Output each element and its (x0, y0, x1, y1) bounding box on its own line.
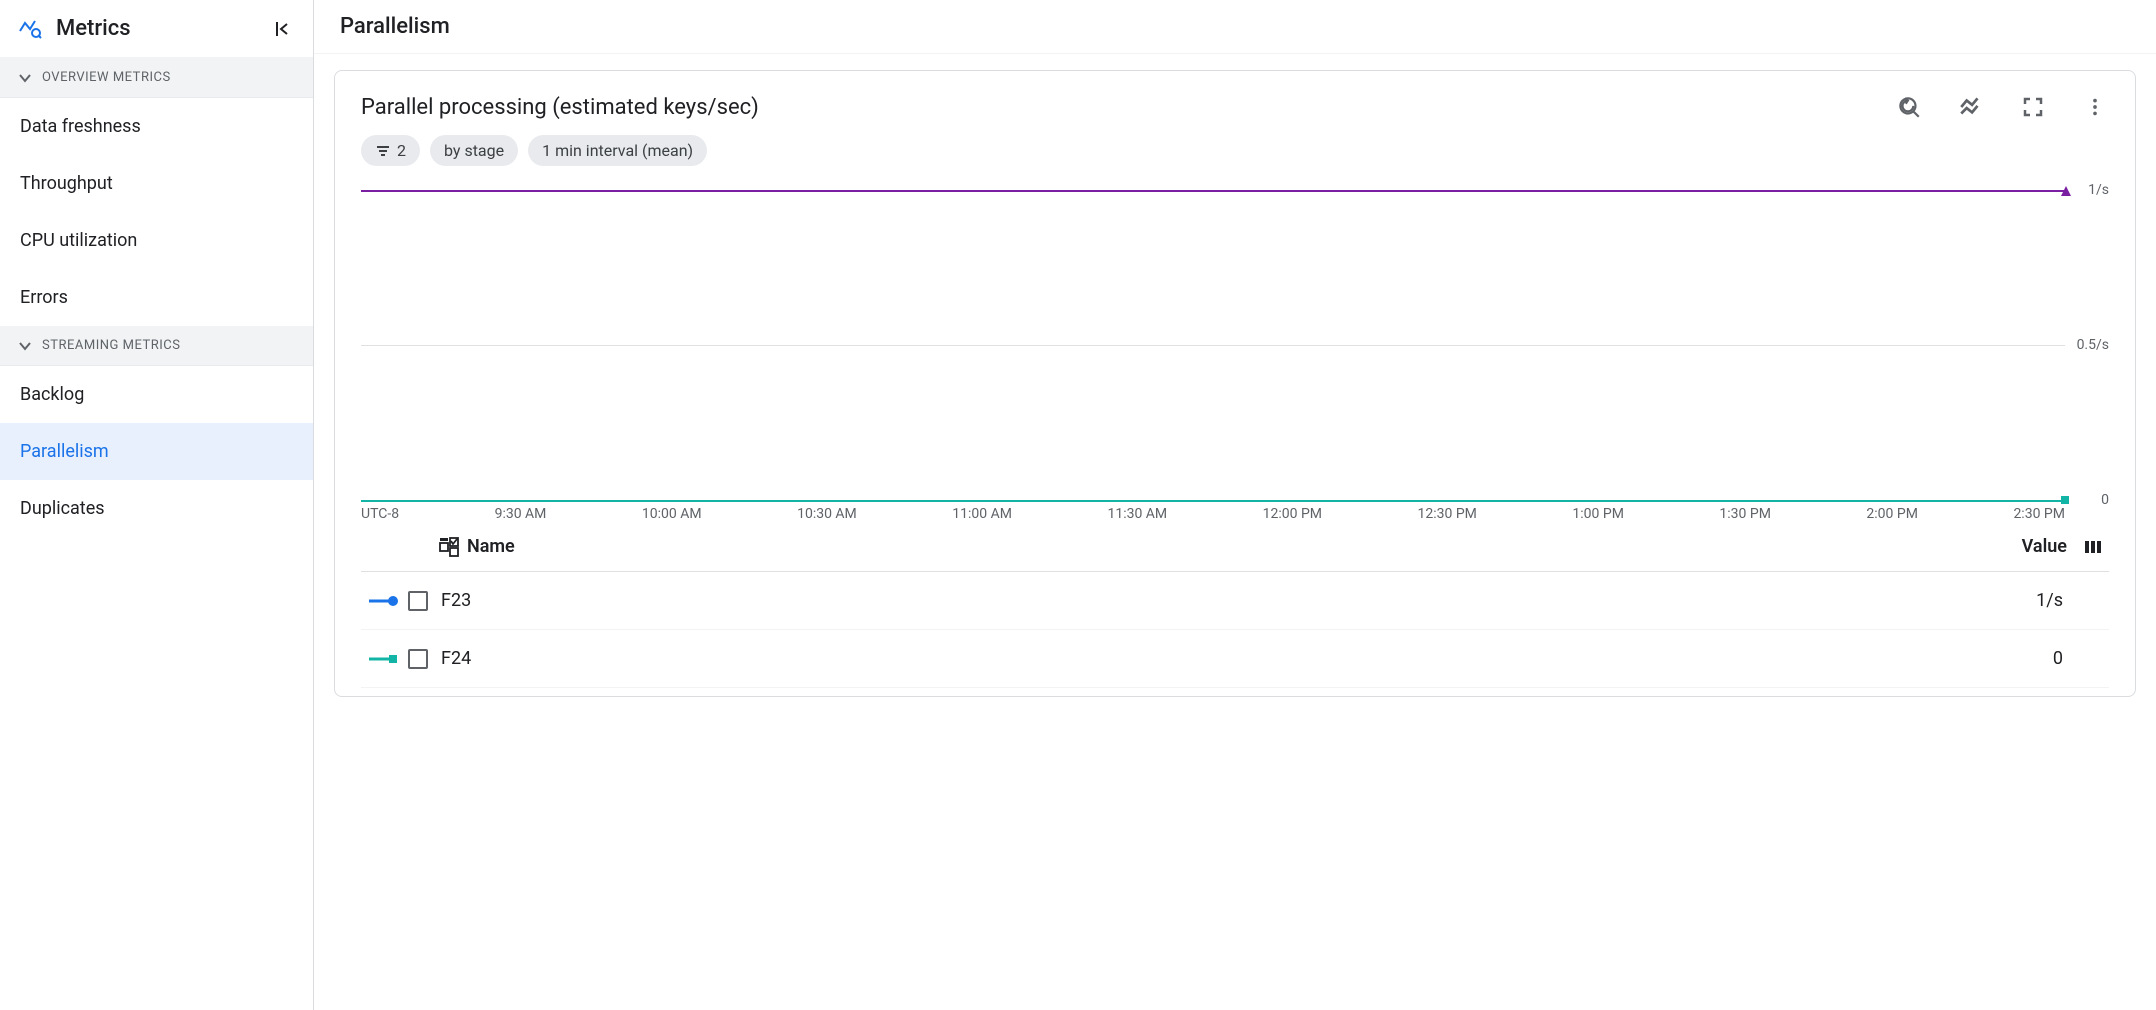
x-tick: 11:30 AM (1107, 506, 1167, 522)
series-value: 0 (2043, 648, 2103, 669)
reset-zoom-button[interactable] (1895, 93, 1923, 121)
select-all-icon[interactable] (439, 537, 459, 557)
series-name: F24 (441, 648, 2043, 669)
nav-duplicates[interactable]: Duplicates (0, 480, 313, 537)
nav-data-freshness[interactable]: Data freshness (0, 98, 313, 155)
legend-col-name[interactable]: Name (467, 536, 515, 557)
fullscreen-button[interactable] (2019, 93, 2047, 121)
x-tick: 12:00 PM (1263, 506, 1322, 522)
interval-chip[interactable]: 1 min interval (mean) (528, 135, 707, 166)
filter-icon (375, 143, 391, 159)
toggle-legend-button[interactable] (1957, 93, 1985, 121)
main-content: Parallelism Parallel processing (estimat… (314, 0, 2156, 1010)
x-tick: 12:30 PM (1418, 506, 1477, 522)
section-label: STREAMING METRICS (42, 338, 180, 353)
series-checkbox[interactable] (401, 591, 435, 611)
y-tick: 1/s (2088, 182, 2109, 198)
x-axis: UTC-8 9:30 AM 10:00 AM 10:30 AM 11:00 AM… (361, 506, 2109, 522)
metrics-icon (18, 17, 42, 41)
x-tick: 10:30 AM (797, 506, 857, 522)
sidebar-header: Metrics (0, 0, 313, 58)
nav-cpu-utilization[interactable]: CPU utilization (0, 212, 313, 269)
nav-throughput[interactable]: Throughput (0, 155, 313, 212)
x-tick: 10:00 AM (642, 506, 702, 522)
chart-title: Parallel processing (estimated keys/sec) (361, 95, 759, 120)
chart-toolbar (1895, 93, 2109, 121)
legend-row-f23[interactable]: F23 1/s (361, 572, 2109, 630)
nav-backlog[interactable]: Backlog (0, 366, 313, 423)
x-tick: 11:00 AM (952, 506, 1012, 522)
y-tick: 0.5/s (2077, 337, 2109, 353)
sidebar: Metrics OVERVIEW METRICS Data freshness … (0, 0, 314, 1010)
legend-header: Name Value (361, 522, 2109, 572)
series-marker-f24 (2060, 495, 2070, 505)
chart-card: Parallel processing (estimated keys/sec) (334, 70, 2136, 697)
series-value: 1/s (2036, 590, 2103, 611)
more-options-button[interactable] (2081, 93, 2109, 121)
timezone-label: UTC-8 (361, 506, 399, 522)
legend-col-value[interactable]: Value (2022, 536, 2067, 557)
series-line-f24 (361, 500, 2065, 502)
nav-parallelism[interactable]: Parallelism (0, 423, 313, 480)
x-tick: 2:00 PM (1866, 506, 1918, 522)
filter-count: 2 (397, 141, 406, 160)
section-streaming-metrics[interactable]: STREAMING METRICS (0, 326, 313, 366)
chevron-down-icon (18, 339, 32, 353)
sidebar-title: Metrics (56, 16, 257, 41)
section-label: OVERVIEW METRICS (42, 70, 171, 85)
chart-plot[interactable]: 1/s 0.5/s 0 (361, 190, 2109, 500)
nav-errors[interactable]: Errors (0, 269, 313, 326)
legend-row-f24[interactable]: F24 0 (361, 630, 2109, 688)
series-swatch (367, 653, 401, 665)
x-tick: 9:30 AM (495, 506, 547, 522)
columns-icon[interactable] (2083, 537, 2103, 557)
y-tick: 0 (2101, 492, 2109, 508)
chip-row: 2 by stage 1 min interval (mean) (361, 135, 2109, 166)
series-checkbox[interactable] (401, 649, 435, 669)
x-tick: 1:00 PM (1572, 506, 1624, 522)
series-swatch (367, 595, 401, 607)
x-tick: 2:30 PM (2013, 506, 2065, 522)
group-by-chip[interactable]: by stage (430, 135, 518, 166)
x-tick: 1:30 PM (1719, 506, 1771, 522)
series-line-f23 (361, 190, 2065, 192)
series-marker-f23 (2060, 185, 2070, 195)
series-name: F23 (441, 590, 2036, 611)
page-title: Parallelism (314, 0, 2156, 54)
filter-chip[interactable]: 2 (361, 135, 420, 166)
chevron-down-icon (18, 71, 32, 85)
collapse-sidebar-button[interactable] (271, 17, 295, 41)
section-overview-metrics[interactable]: OVERVIEW METRICS (0, 58, 313, 98)
